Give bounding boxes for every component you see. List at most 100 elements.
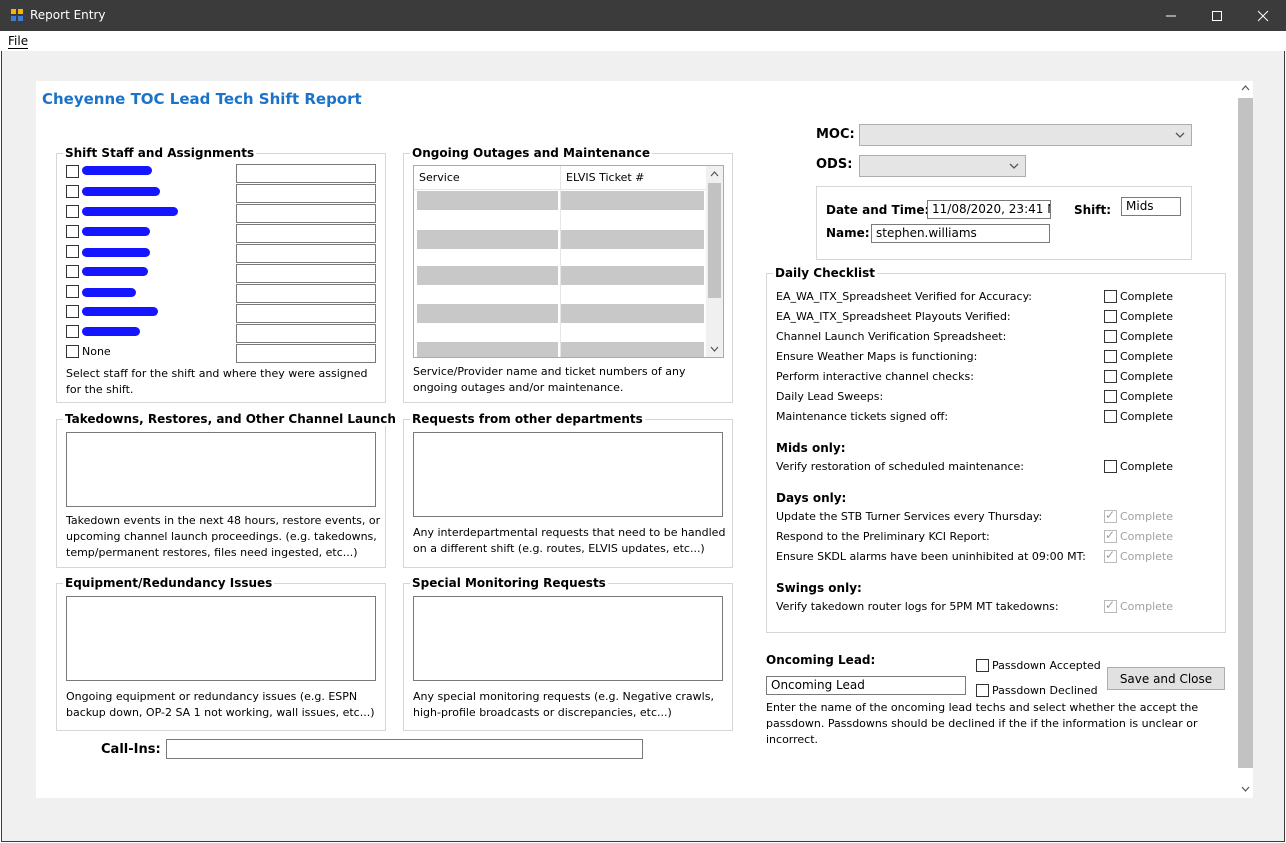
table-row[interactable] [561,266,704,285]
oncoming-lead-input[interactable]: Oncoming Lead [766,676,966,695]
staff-assignment-input[interactable] [236,344,376,363]
staff-group-title: Shift Staff and Assignments [63,146,257,160]
passdown-accepted-label: Passdown Accepted [992,659,1101,672]
takedowns-help-text: Takedown events in the next 48 hours, re… [66,514,381,559]
complete-checkbox[interactable] [1104,350,1117,363]
close-button[interactable] [1240,0,1286,31]
days-only-heading: Days only: [776,491,847,505]
complete-label: Complete [1120,410,1174,423]
staff-assignment-input[interactable] [236,284,376,303]
table-row[interactable] [561,230,704,249]
complete-checkbox[interactable] [1104,410,1117,423]
staff-assignment-input[interactable] [236,304,376,323]
complete-checkbox[interactable] [1104,460,1117,473]
save-and-close-button[interactable]: Save and Close [1107,667,1225,690]
minimize-icon [1166,15,1176,16]
date-field[interactable]: 11/08/2020, 23:41 MT [927,200,1051,219]
app-icon [11,9,23,21]
requests-help-text: Any interdepartmental requests that need… [413,526,726,555]
staff-checkbox[interactable] [66,265,79,278]
complete-label: Complete [1120,350,1174,363]
minimize-button[interactable] [1148,0,1194,31]
staff-checkbox[interactable] [66,325,79,338]
outages-list-view[interactable]: Service ELVIS Ticket # [413,165,724,358]
menu-file[interactable]: File [8,34,29,49]
column-elvis-ticket[interactable]: ELVIS Ticket # [566,171,644,184]
scrollbar-thumb[interactable] [708,183,721,298]
table-row[interactable] [417,304,558,323]
table-row[interactable] [417,191,558,210]
staff-checkbox[interactable] [66,245,79,258]
staff-none-label: None [82,345,111,358]
requests-textarea[interactable] [413,432,723,517]
complete-label: Complete [1120,330,1174,343]
complete-checkbox[interactable] [1104,370,1117,383]
staff-assignment-input[interactable] [236,164,376,183]
complete-label: Complete [1120,510,1174,523]
swings-only-heading: Swings only: [776,581,862,595]
staff-checkbox[interactable] [66,185,79,198]
takedowns-textarea[interactable] [66,432,376,507]
table-row[interactable] [561,191,704,210]
complete-checkbox-disabled [1104,528,1117,543]
complete-checkbox[interactable] [1104,290,1117,303]
monitoring-help-text: Any special monitoring requests (e.g. Ne… [413,690,714,719]
scroll-down-icon[interactable] [710,344,719,353]
passdown-declined-checkbox[interactable] [976,684,989,697]
staff-checkbox[interactable] [66,165,79,178]
scroll-up-icon[interactable] [1241,84,1250,93]
checklist-item-label: Daily Lead Sweeps: [776,390,884,403]
passdown-accepted-checkbox[interactable] [976,659,989,672]
column-service[interactable]: Service [419,171,460,184]
staff-assignment-input[interactable] [236,324,376,343]
checklist-item-label: Verify restoration of scheduled maintena… [776,460,1024,473]
staff-checkbox[interactable] [66,305,79,318]
table-row[interactable] [417,342,558,357]
complete-checkbox[interactable] [1104,330,1117,343]
scroll-down-icon[interactable] [1241,784,1250,793]
equipment-textarea[interactable] [66,596,376,681]
name-field[interactable]: stephen.williams [871,224,1050,243]
complete-label: Complete [1120,370,1174,383]
close-icon [1257,10,1269,21]
monitoring-textarea[interactable] [413,596,723,681]
menu-bar: File [1,31,1285,51]
ods-label: ODS: [816,157,853,172]
table-row[interactable] [417,266,558,285]
redacted-name [82,288,136,297]
complete-checkbox[interactable] [1104,310,1117,323]
complete-label: Complete [1120,310,1174,323]
shift-field[interactable]: Mids [1121,197,1181,216]
staff-assignment-input[interactable] [236,244,376,263]
maximize-button[interactable] [1194,0,1240,31]
vertical-scrollbar[interactable] [1238,81,1253,798]
checklist-item-label: Respond to the Preliminary KCI Report: [776,530,990,543]
outages-scrollbar[interactable] [706,166,723,357]
scrollbar-thumb[interactable] [1238,98,1253,768]
staff-none-checkbox[interactable] [66,345,79,358]
staff-checkbox[interactable] [66,225,79,238]
staff-assignment-input[interactable] [236,184,376,203]
redacted-name [82,307,158,316]
staff-assignment-input[interactable] [236,264,376,283]
moc-select[interactable] [859,124,1192,146]
passdown-declined-label: Passdown Declined [992,684,1098,697]
ods-select[interactable] [859,155,1026,177]
staff-checkbox[interactable] [66,205,79,218]
checklist-item-label: Ensure SKDL alarms have been uninhibited… [776,550,1086,563]
scroll-up-icon[interactable] [710,170,719,179]
complete-checkbox[interactable] [1104,390,1117,403]
requests-group-title: Requests from other departments [410,412,645,426]
table-row[interactable] [561,304,704,323]
callins-input[interactable] [166,739,643,759]
checklist-item-label: Ensure Weather Maps is functioning: [776,350,978,363]
staff-checkbox[interactable] [66,285,79,298]
table-row[interactable] [561,342,704,357]
staff-assignment-input[interactable] [236,204,376,223]
maximize-icon [1212,10,1222,21]
table-row[interactable] [417,230,558,249]
staff-assignment-input[interactable] [236,224,376,243]
window-title: Report Entry [30,8,106,22]
mids-only-heading: Mids only: [776,441,846,455]
checklist-item-label: Maintenance tickets signed off: [776,410,949,423]
